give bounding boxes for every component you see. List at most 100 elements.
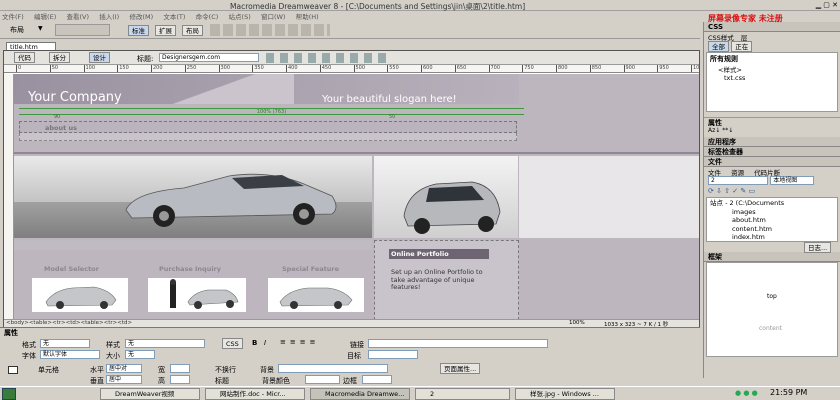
ruler: 0 50 100 150 200 250 300 350 400 450 500 550 600 650 7… <box>4 65 699 73</box>
menu-modify[interactable]: 修改(M) <box>129 13 153 21</box>
task-dreamweaver-video[interactable]: DreamWeaver视频 <box>100 388 200 400</box>
tree-index[interactable]: index.htm <box>732 233 834 242</box>
border-label: 边框 <box>343 377 357 385</box>
tree-images[interactable]: images <box>732 208 834 217</box>
nav-spacer <box>19 133 517 141</box>
files-toolbar[interactable]: ⟳ ⇩ ⇧ ✓ ✎ ▭ <box>704 187 840 197</box>
nav-about[interactable]: about us <box>45 124 77 132</box>
menu-file[interactable]: 文件(F) <box>2 13 24 21</box>
vertical-ruler <box>4 74 14 320</box>
ruler-tick: 0 <box>16 65 22 72</box>
menu-insert[interactable]: 插入(I) <box>99 13 119 21</box>
purchase-thumbnail <box>148 278 246 312</box>
link-input[interactable] <box>368 339 548 348</box>
cell-label: 单元格 <box>38 366 59 374</box>
log-button[interactable]: 日志... <box>804 242 832 253</box>
width-input[interactable] <box>170 364 190 373</box>
menu-text[interactable]: 文本(T) <box>163 13 185 21</box>
task-image-viewer[interactable]: 样张.jpg - Windows ... <box>515 388 615 400</box>
chevron-down-icon[interactable]: ▼ <box>38 25 43 32</box>
files-panel-header[interactable]: 文件 <box>704 157 840 167</box>
format-select[interactable]: 无 <box>40 339 90 348</box>
expanded-mode-button[interactable]: 扩展 <box>155 25 176 36</box>
menu-bar: 文件(F) 编辑(E) 查看(V) 插入(I) 修改(M) 文本(T) 命令(C… <box>0 11 700 22</box>
design-canvas[interactable]: Your Company Your beautiful slogan here!… <box>14 74 699 320</box>
menu-window[interactable]: 窗口(W) <box>261 13 286 21</box>
insert-category[interactable]: 布局 <box>10 25 24 35</box>
vert-select[interactable]: 居中 <box>106 375 142 384</box>
title-input[interactable]: Designersgem.com <box>159 53 259 62</box>
section-purchase-inquiry: Purchase Inquiry <box>159 265 222 273</box>
view-select[interactable]: 本地视图 <box>770 176 815 185</box>
bgcolor-input[interactable] <box>305 375 340 384</box>
site-select[interactable]: 2 <box>708 176 768 185</box>
bg-label: 背景 <box>260 366 274 374</box>
task-word-doc[interactable]: 网站制作.doc - Micr... <box>205 388 305 400</box>
col1-width: 90 <box>54 114 61 120</box>
height-input[interactable] <box>170 375 190 384</box>
title-bar: Macromedia Dreamweaver 8 - [C:\Documents… <box>0 0 840 11</box>
standard-mode-button[interactable]: 标准 <box>128 25 149 36</box>
insert-bar: 布局 ▼ 标准 扩展 布局 <box>0 22 700 39</box>
frame-top[interactable]: top <box>767 293 777 300</box>
split-view-button[interactable]: 拆分 <box>49 52 70 63</box>
rule-style[interactable]: <样式> <box>718 64 834 74</box>
tree-about[interactable]: about.htm <box>732 216 834 225</box>
horz-select[interactable]: 居中对 <box>106 364 142 373</box>
hero-banner <box>14 156 372 238</box>
tag-inspector-header[interactable]: 标签检查器 <box>704 147 840 157</box>
layout-mode-button[interactable]: 布局 <box>182 25 203 36</box>
menu-help[interactable]: 帮助(H) <box>296 13 319 21</box>
frames-panel-header[interactable]: 框架 <box>704 252 840 262</box>
ruler-tick: 600 <box>421 65 433 72</box>
all-rules-button[interactable]: 全部 <box>708 41 729 52</box>
menu-view[interactable]: 查看(V) <box>66 13 89 21</box>
start-icon[interactable] <box>2 388 16 400</box>
page-properties-button[interactable]: 页面属性... <box>440 363 481 374</box>
frame-content[interactable]: content <box>759 325 782 332</box>
code-view-button[interactable]: 代码 <box>14 52 35 63</box>
clock: 21:59 PM <box>770 388 808 397</box>
css-button[interactable]: CSS <box>222 338 243 349</box>
nowrap-label: 不换行 <box>215 366 236 374</box>
insert-icons[interactable] <box>55 24 110 36</box>
tree-site-root[interactable]: 站点 - 2 (C:\Documents <box>710 199 834 208</box>
bold-button[interactable]: B <box>252 339 257 347</box>
company-name: Your Company <box>28 90 122 105</box>
right-empty-cell <box>519 156 699 238</box>
tray-icons[interactable]: ● ● ● <box>735 389 758 397</box>
app-panel-header[interactable]: 应用程序 <box>704 137 840 147</box>
attr-toolbar[interactable]: Az↓ **↓ <box>704 127 840 137</box>
design-view-button[interactable]: 设计 <box>89 52 110 63</box>
document-tool-icons[interactable] <box>266 53 386 63</box>
size-select[interactable]: 无 <box>125 350 155 359</box>
menu-edit[interactable]: 编辑(E) <box>34 13 56 21</box>
style-select[interactable]: 无 <box>125 339 205 348</box>
tag-selector[interactable]: <body><table><tr><td><table><tr><td> <box>6 320 132 326</box>
task-dreamweaver[interactable]: Macromedia Dreamwe... <box>310 388 410 400</box>
menu-command[interactable]: 命令(C) <box>196 13 219 21</box>
car-image <box>14 173 372 238</box>
zoom-value[interactable]: 100% <box>569 320 585 326</box>
border-input[interactable] <box>362 375 392 384</box>
window-controls[interactable]: ▁ ▢ ✕ <box>816 1 838 9</box>
ruler-tick: 450 <box>319 65 332 72</box>
ruler-tick: 1000 <box>691 65 699 72</box>
right-panel-group: CSS CSS样式 层 全部 正在 所有规则 <样式> txt.css 属性 A… <box>703 22 840 378</box>
frames-preview: top content <box>706 262 838 357</box>
ruler-tick: 850 <box>589 65 602 72</box>
cell-icon <box>8 366 18 374</box>
bg-input[interactable] <box>278 364 388 373</box>
portfolio-box: Online Portfolio Set up an Online Portfo… <box>374 240 519 320</box>
target-select[interactable] <box>368 350 418 359</box>
menu-site[interactable]: 站点(S) <box>229 13 251 21</box>
rule-txt-css[interactable]: txt.css <box>724 74 834 82</box>
tree-content[interactable]: content.htm <box>732 225 834 234</box>
task-folder-2[interactable]: 2 <box>415 388 510 400</box>
layout-tool-icons[interactable] <box>210 24 330 36</box>
italic-button[interactable]: I <box>264 339 266 347</box>
font-select[interactable]: 默认字体 <box>40 350 100 359</box>
attr-header[interactable]: 属性 <box>704 117 840 127</box>
align-icons[interactable]: ≡≡≡≡ <box>280 338 319 346</box>
current-rules-button[interactable]: 正在 <box>731 41 753 52</box>
